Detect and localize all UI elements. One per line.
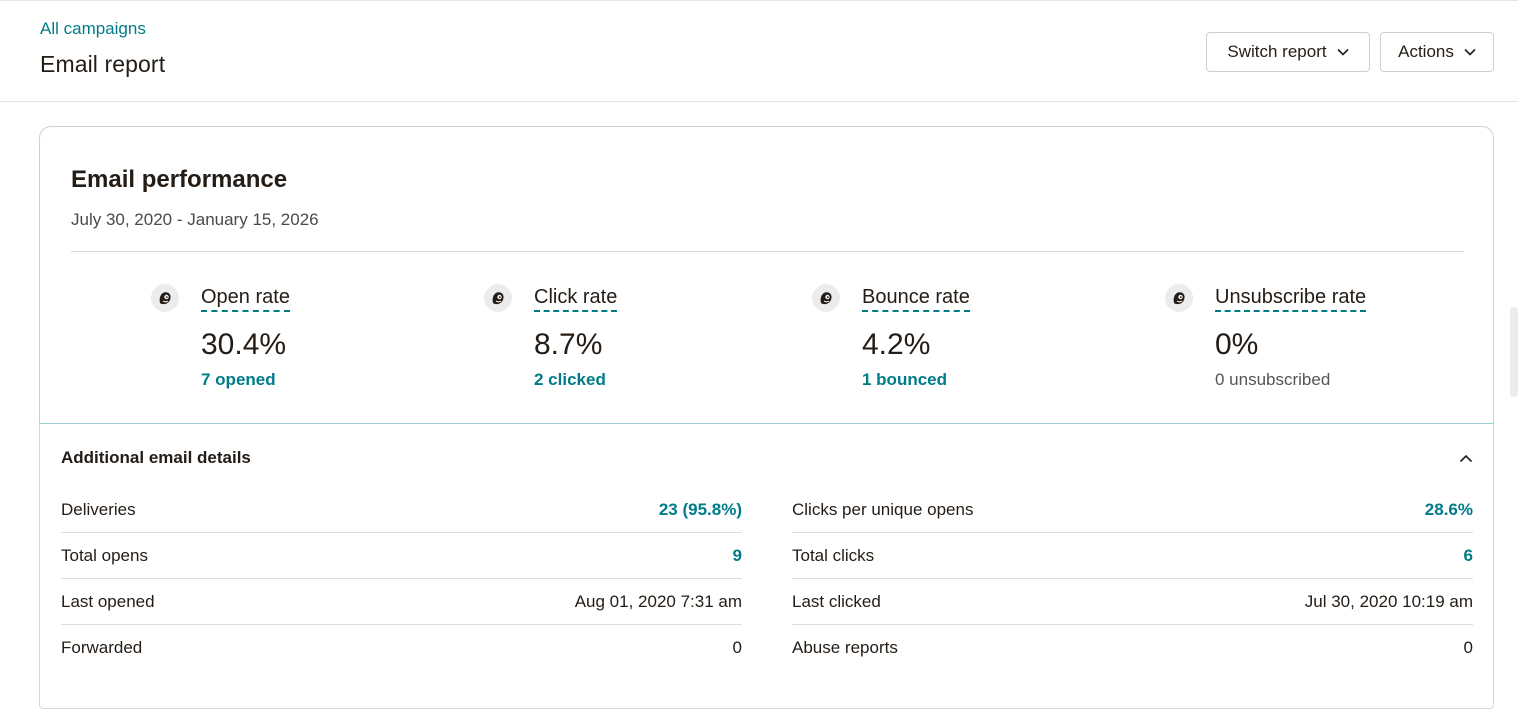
forwarded-label: Forwarded bbox=[61, 638, 143, 657]
table-row: Abuse reports 0 bbox=[792, 625, 1473, 671]
table-row: Total opens 9 bbox=[61, 533, 742, 579]
breadcrumb-all-campaigns[interactable]: All campaigns bbox=[40, 19, 146, 39]
chevron-down-icon bbox=[1464, 48, 1476, 56]
last-clicked-value: Jul 30, 2020 10:19 am bbox=[1304, 591, 1473, 611]
last-opened-value: Aug 01, 2020 7:31 am bbox=[574, 591, 742, 611]
freddie-icon bbox=[151, 284, 179, 312]
click-rate-value: 8.7% bbox=[534, 328, 603, 361]
page-title: Email report bbox=[40, 51, 166, 77]
chevron-up-icon bbox=[1459, 454, 1473, 462]
switch-report-label: Switch report bbox=[1227, 42, 1327, 61]
open-rate-value: 30.4% bbox=[201, 328, 287, 361]
unsubscribe-rate-value: 0% bbox=[1215, 328, 1259, 361]
click-rate-label[interactable]: Click rate bbox=[534, 286, 618, 312]
table-row: Last opened Aug 01, 2020 7:31 am bbox=[61, 579, 742, 625]
total-opens-value[interactable]: 9 bbox=[733, 546, 742, 566]
total-opens-label: Total opens bbox=[61, 545, 148, 565]
bounce-rate-label[interactable]: Bounce rate bbox=[862, 286, 970, 312]
open-rate-label[interactable]: Open rate bbox=[201, 286, 290, 312]
table-row: Clicks per unique opens 28.6% bbox=[792, 487, 1473, 533]
abuse-reports-label: Abuse reports bbox=[792, 638, 898, 657]
total-clicks-label: Total clicks bbox=[792, 545, 875, 565]
details-right-column: Clicks per unique opens 28.6% Total clic… bbox=[792, 487, 1473, 671]
total-clicks-value[interactable]: 6 bbox=[1464, 546, 1473, 566]
switch-report-button[interactable]: Switch report bbox=[1206, 32, 1370, 72]
unsubscribe-rate-label[interactable]: Unsubscribe rate bbox=[1215, 286, 1367, 312]
clicks-per-unique-opens-value[interactable]: 28.6% bbox=[1425, 500, 1473, 520]
email-report-page: All campaigns Email report Switch report… bbox=[0, 0, 1518, 720]
bounced-count-link[interactable]: 1 bounced bbox=[862, 370, 947, 390]
freddie-icon bbox=[812, 284, 840, 312]
last-opened-label: Last opened bbox=[61, 591, 155, 611]
opened-count-link[interactable]: 7 opened bbox=[201, 370, 276, 390]
email-performance-card: Email performance July 30, 2020 - Januar… bbox=[39, 126, 1494, 423]
performance-title: Email performance bbox=[71, 166, 288, 193]
freddie-icon bbox=[1165, 284, 1193, 312]
abuse-reports-value: 0 bbox=[1463, 638, 1473, 657]
scrollbar-thumb[interactable] bbox=[1510, 307, 1518, 397]
clicked-count-link[interactable]: 2 clicked bbox=[534, 370, 606, 390]
deliveries-value[interactable]: 23 (95.8%) bbox=[659, 500, 742, 520]
collapse-toggle[interactable] bbox=[1456, 448, 1476, 468]
table-row: Total clicks 6 bbox=[792, 533, 1473, 579]
clicks-per-unique-opens-label: Clicks per unique opens bbox=[792, 499, 974, 519]
table-row: Deliveries 23 (95.8%) bbox=[61, 487, 742, 533]
deliveries-label: Deliveries bbox=[61, 499, 136, 519]
bounce-rate-value: 4.2% bbox=[862, 328, 931, 361]
details-title: Additional email details bbox=[61, 448, 251, 467]
chevron-down-icon bbox=[1337, 48, 1349, 56]
forwarded-value: 0 bbox=[732, 638, 742, 657]
page-header: All campaigns Email report Switch report… bbox=[0, 0, 1518, 102]
table-row: Last clicked Jul 30, 2020 10:19 am bbox=[792, 579, 1473, 625]
unsubscribed-count: 0 unsubscribed bbox=[1215, 370, 1331, 389]
actions-label: Actions bbox=[1398, 42, 1454, 61]
divider bbox=[71, 251, 1464, 252]
freddie-icon bbox=[484, 284, 512, 312]
actions-button[interactable]: Actions bbox=[1380, 32, 1494, 72]
details-left-column: Deliveries 23 (95.8%) Total opens 9 Last… bbox=[61, 487, 742, 671]
performance-date-range: July 30, 2020 - January 15, 2026 bbox=[71, 210, 319, 229]
table-row: Forwarded 0 bbox=[61, 625, 742, 671]
additional-details-panel: Additional email details Deliveries 23 (… bbox=[39, 423, 1494, 709]
last-clicked-label: Last clicked bbox=[792, 591, 881, 611]
